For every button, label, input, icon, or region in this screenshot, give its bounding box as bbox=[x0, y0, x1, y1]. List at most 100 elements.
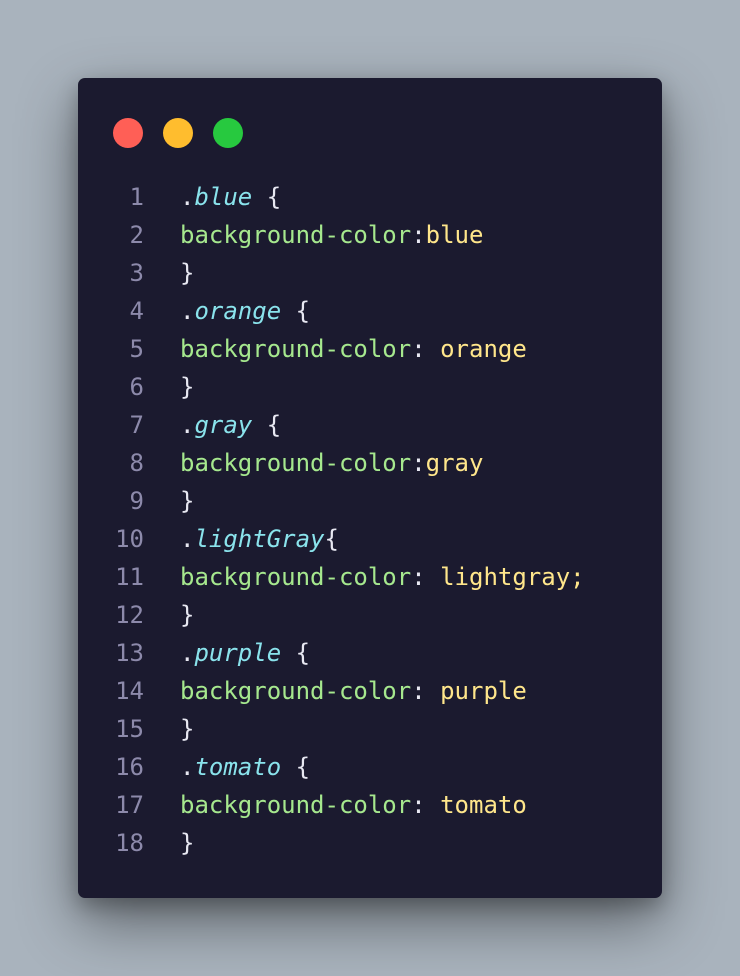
code-line: 14 background-color: purple bbox=[78, 672, 662, 710]
code-text: background-color: purple bbox=[144, 672, 527, 710]
css-value: purple bbox=[440, 677, 527, 705]
close-brace: } bbox=[180, 487, 195, 515]
css-selector: gray bbox=[194, 411, 253, 439]
code-line: 2 background-color:blue bbox=[78, 216, 662, 254]
code-text: background-color:blue bbox=[144, 216, 483, 254]
selector-dot: . bbox=[180, 183, 195, 211]
line-number: 16 bbox=[115, 753, 144, 781]
code-text: .gray { bbox=[144, 406, 281, 444]
code-text: .orange { bbox=[144, 292, 310, 330]
line-number: 9 bbox=[129, 487, 144, 515]
open-brace: { bbox=[252, 411, 282, 439]
css-value: tomato bbox=[440, 791, 527, 819]
close-brace: } bbox=[180, 259, 195, 287]
css-separator: : bbox=[411, 563, 441, 591]
open-brace: { bbox=[324, 525, 339, 553]
code-text: background-color: lightgray; bbox=[144, 558, 585, 596]
code-text: .blue { bbox=[144, 178, 281, 216]
code-line: 17 background-color: tomato bbox=[78, 786, 662, 824]
code-block: 1 .blue {2 background-color:blue 3} 4 .orange… bbox=[78, 178, 662, 862]
code-text: background-color:gray bbox=[144, 444, 483, 482]
css-property: background-color bbox=[180, 335, 412, 363]
selector-dot: . bbox=[180, 753, 195, 781]
open-brace: { bbox=[281, 297, 311, 325]
css-property: background-color bbox=[180, 677, 412, 705]
code-line: 13 .purple { bbox=[78, 634, 662, 672]
code-text: .purple { bbox=[144, 634, 310, 672]
css-selector: orange bbox=[194, 297, 282, 325]
code-line: 11 background-color: lightgray; bbox=[78, 558, 662, 596]
line-number: 2 bbox=[129, 221, 144, 249]
selector-dot: . bbox=[180, 411, 195, 439]
line-number: 6 bbox=[129, 373, 144, 401]
selector-dot: . bbox=[180, 525, 195, 553]
line-number: 5 bbox=[129, 335, 144, 363]
line-number: 15 bbox=[115, 715, 144, 743]
code-line: 18} bbox=[78, 824, 662, 862]
line-number: 12 bbox=[115, 601, 144, 629]
css-selector: purple bbox=[194, 639, 282, 667]
open-brace: { bbox=[281, 639, 311, 667]
css-selector: blue bbox=[194, 183, 253, 211]
css-property: background-color bbox=[180, 563, 412, 591]
code-text: } bbox=[144, 482, 194, 520]
css-value: gray bbox=[425, 449, 484, 477]
css-value: lightgray; bbox=[440, 563, 585, 591]
selector-dot: . bbox=[180, 297, 195, 325]
code-line: 4 .orange { bbox=[78, 292, 662, 330]
code-line: 5 background-color: orange bbox=[78, 330, 662, 368]
code-line: 3} bbox=[78, 254, 662, 292]
close-brace: } bbox=[180, 829, 195, 857]
css-value: orange bbox=[440, 335, 527, 363]
code-line: 6} bbox=[78, 368, 662, 406]
open-brace: { bbox=[252, 183, 282, 211]
css-selector: lightGray bbox=[194, 525, 325, 553]
code-text: .lightGray{ bbox=[144, 520, 339, 558]
line-number: 17 bbox=[115, 791, 144, 819]
css-separator: : bbox=[411, 335, 441, 363]
line-number: 14 bbox=[115, 677, 144, 705]
code-line: 9} bbox=[78, 482, 662, 520]
code-text: .tomato { bbox=[144, 748, 310, 786]
line-number: 7 bbox=[129, 411, 144, 439]
line-number: 4 bbox=[129, 297, 144, 325]
css-property: background-color bbox=[180, 791, 412, 819]
css-selector: tomato bbox=[194, 753, 282, 781]
open-brace: { bbox=[281, 753, 311, 781]
window-controls bbox=[113, 118, 263, 148]
line-number: 8 bbox=[129, 449, 144, 477]
line-number: 18 bbox=[115, 829, 144, 857]
css-separator: : bbox=[411, 221, 426, 249]
css-property: background-color bbox=[180, 449, 412, 477]
css-separator: : bbox=[411, 791, 441, 819]
code-text: } bbox=[144, 596, 194, 634]
line-number: 11 bbox=[115, 563, 144, 591]
code-window: 1 .blue {2 background-color:blue 3} 4 .orange… bbox=[78, 78, 662, 898]
css-separator: : bbox=[411, 677, 441, 705]
close-brace: } bbox=[180, 373, 195, 401]
code-text: } bbox=[144, 254, 194, 292]
code-line: 10 .lightGray{ bbox=[78, 520, 662, 558]
code-line: 1 .blue { bbox=[78, 178, 662, 216]
code-text: background-color: tomato bbox=[144, 786, 527, 824]
maximize-dot-icon[interactable] bbox=[213, 118, 243, 148]
css-property: background-color bbox=[180, 221, 412, 249]
line-number: 3 bbox=[129, 259, 144, 287]
line-number: 1 bbox=[129, 183, 144, 211]
css-separator: : bbox=[411, 449, 426, 477]
minimize-dot-icon[interactable] bbox=[163, 118, 193, 148]
line-number: 13 bbox=[115, 639, 144, 667]
code-line: 8 background-color:gray bbox=[78, 444, 662, 482]
code-line: 12} bbox=[78, 596, 662, 634]
code-text: } bbox=[144, 710, 194, 748]
code-line: 7 .gray { bbox=[78, 406, 662, 444]
css-value: blue bbox=[425, 221, 484, 249]
code-text: background-color: orange bbox=[144, 330, 527, 368]
close-brace: } bbox=[180, 715, 195, 743]
code-text: } bbox=[144, 368, 194, 406]
selector-dot: . bbox=[180, 639, 195, 667]
close-dot-icon[interactable] bbox=[113, 118, 143, 148]
code-text: } bbox=[144, 824, 194, 862]
code-line: 15} bbox=[78, 710, 662, 748]
code-line: 16 .tomato { bbox=[78, 748, 662, 786]
